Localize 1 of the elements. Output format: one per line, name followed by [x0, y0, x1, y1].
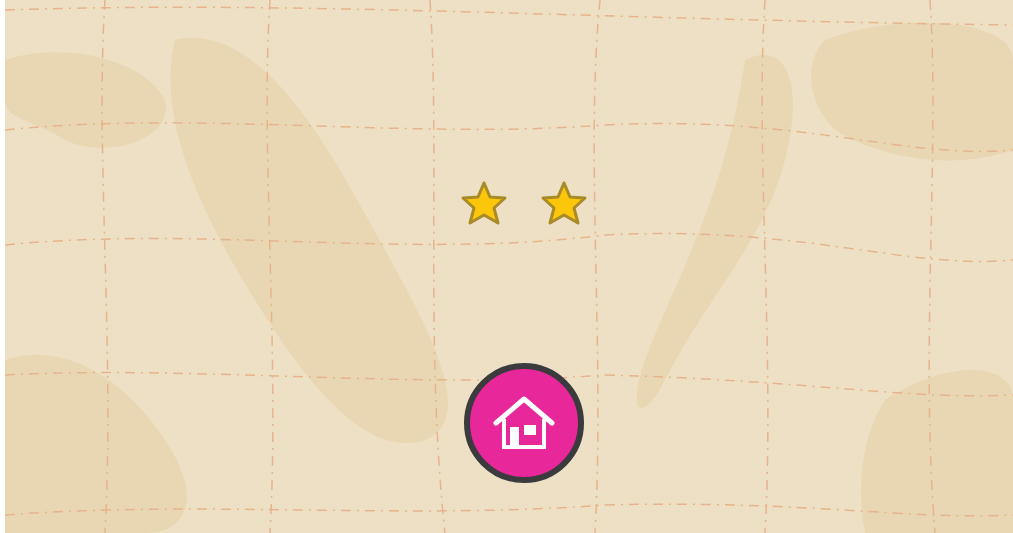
home-icon [492, 395, 556, 451]
